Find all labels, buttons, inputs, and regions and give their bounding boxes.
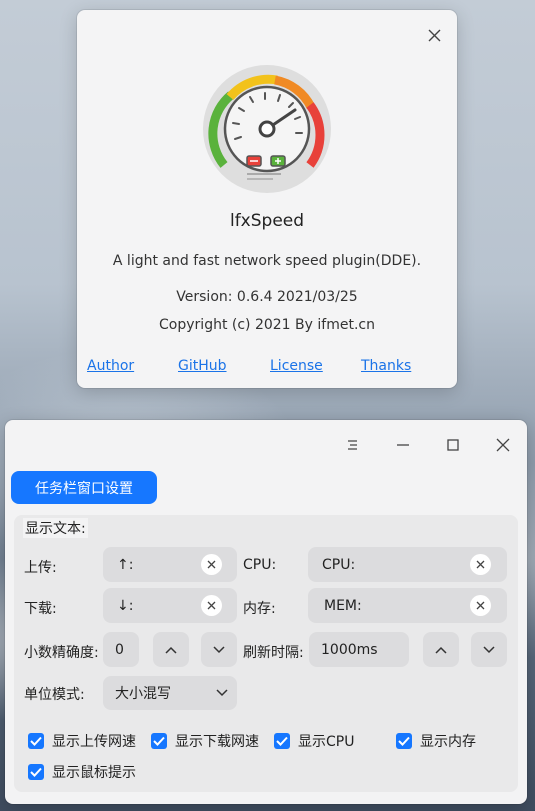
refresh-value: 1000ms [321, 641, 378, 658]
menu-button[interactable] [338, 430, 368, 460]
checkbox-show-tooltip[interactable]: 显示鼠标提示 [28, 762, 136, 782]
mem-label: 内存: [243, 601, 276, 617]
unit-mode-select[interactable]: 大小混写 [103, 676, 237, 710]
author-link[interactable]: Author [87, 358, 134, 374]
checkbox-show-mem[interactable]: 显示内存 [396, 731, 476, 751]
about-dialog: lfxSpeed A light and fast network speed … [77, 10, 457, 388]
upload-label: 上传: [24, 560, 57, 576]
download-label: 下载: [24, 601, 57, 617]
download-field-value: ↓: [117, 597, 134, 614]
minimize-button[interactable] [388, 430, 418, 460]
close-icon [428, 29, 440, 41]
upload-clear-button[interactable] [201, 554, 222, 575]
checkbox-show-upload[interactable]: 显示上传网速 [28, 731, 136, 751]
settings-window: 任务栏窗口设置 显示文本: 上传: ↑: CPU: CPU: 下载: ↓: 内存… [5, 420, 527, 804]
chevron-up-icon [165, 646, 177, 654]
maximize-button[interactable] [438, 430, 468, 460]
upload-text-field[interactable]: ↑: [103, 547, 237, 582]
chevron-up-icon [435, 646, 447, 654]
checkbox-label: 显示上传网速 [52, 734, 136, 750]
minimize-icon [397, 444, 409, 446]
upload-field-value: ↑: [117, 556, 134, 573]
refresh-spinbox[interactable]: 1000ms [309, 632, 409, 667]
checkbox-checked-icon [28, 764, 44, 780]
clear-icon [207, 560, 216, 569]
precision-increase-button[interactable] [153, 632, 189, 667]
checkbox-label: 显示鼠标提示 [52, 765, 136, 781]
checkbox-label: 显示CPU [298, 734, 355, 750]
cpu-text-field[interactable]: CPU: [308, 547, 507, 582]
checkbox-checked-icon [274, 733, 290, 749]
chevron-down-icon [216, 689, 228, 697]
download-text-field[interactable]: ↓: [103, 588, 237, 623]
checkbox-checked-icon [28, 733, 44, 749]
about-links: Author GitHub License Thanks [87, 358, 447, 380]
clear-icon [476, 601, 485, 610]
mem-clear-button[interactable] [470, 595, 491, 616]
precision-spinbox[interactable]: 0 [103, 632, 139, 667]
titlebar [5, 420, 527, 470]
github-link[interactable]: GitHub [178, 358, 227, 374]
clear-icon [476, 560, 485, 569]
mem-field-value: MEM: [324, 597, 362, 614]
cpu-field-value: CPU: [322, 556, 356, 573]
cpu-clear-button[interactable] [470, 554, 491, 575]
license-link[interactable]: License [270, 358, 323, 374]
checkbox-checked-icon [396, 733, 412, 749]
thanks-link[interactable]: Thanks [361, 358, 411, 374]
close-button[interactable] [423, 24, 445, 46]
section-title: 显示文本: [23, 518, 88, 538]
checkbox-show-cpu[interactable]: 显示CPU [274, 731, 354, 751]
copyright-text: Copyright (c) 2021 By ifmet.cn [159, 317, 375, 333]
tab-taskbar-settings[interactable]: 任务栏窗口设置 [11, 471, 157, 504]
precision-label: 小数精确度: [24, 645, 99, 661]
refresh-label: 刷新时隔: [243, 645, 304, 661]
download-clear-button[interactable] [201, 595, 222, 616]
cpu-label: CPU: [243, 557, 277, 573]
checkbox-checked-icon [151, 733, 167, 749]
chevron-down-icon [483, 645, 495, 653]
version-text: Version: 0.6.4 2021/03/25 [176, 289, 358, 305]
clear-icon [207, 601, 216, 610]
unit-mode-label: 单位模式: [24, 687, 85, 703]
checkbox-label: 显示内存 [420, 734, 476, 750]
unit-mode-value: 大小混写 [115, 686, 171, 702]
refresh-increase-button[interactable] [423, 632, 459, 667]
chevron-down-icon [213, 645, 225, 653]
checkbox-show-download[interactable]: 显示下载网速 [151, 731, 259, 751]
app-name: lfxSpeed [229, 211, 305, 231]
precision-decrease-button[interactable] [201, 632, 237, 667]
app-description: A light and fast network speed plugin(DD… [112, 253, 422, 269]
close-icon [496, 438, 510, 452]
maximize-icon [447, 439, 459, 451]
precision-value: 0 [115, 641, 124, 658]
window-close-button[interactable] [488, 430, 518, 460]
speedometer-logo-icon [203, 65, 331, 193]
menu-icon [348, 440, 357, 450]
mem-text-field[interactable]: MEM: [308, 588, 507, 623]
checkbox-label: 显示下载网速 [175, 734, 259, 750]
refresh-decrease-button[interactable] [471, 632, 507, 667]
